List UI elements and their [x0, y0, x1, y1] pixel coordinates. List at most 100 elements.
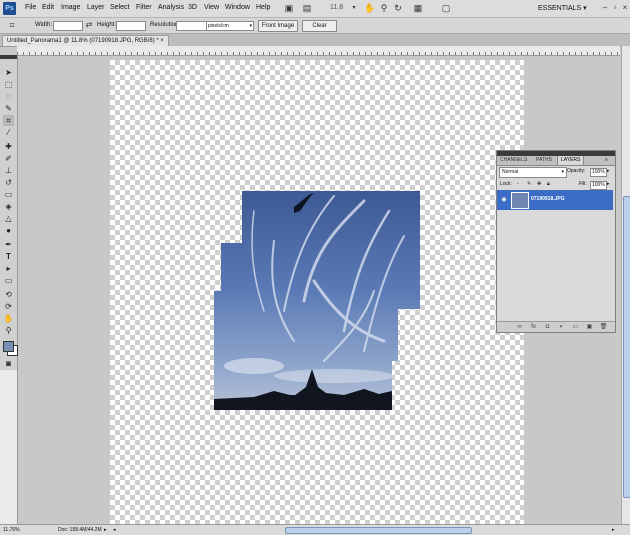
- opacity-label: Opacity:: [567, 168, 586, 174]
- restore-icon[interactable]: ▫: [610, 3, 620, 13]
- lock-pixels-icon[interactable]: ✎: [527, 180, 531, 189]
- height-label: Height:: [97, 22, 117, 28]
- lock-position-icon[interactable]: ✥: [537, 180, 541, 189]
- arrange-documents-icon[interactable]: ▦: [412, 2, 424, 14]
- crop-tool-icon[interactable]: ⌗: [6, 19, 18, 31]
- fill-label: Fill:: [579, 181, 587, 187]
- menu-analysis[interactable]: Analysis: [158, 4, 184, 11]
- link-layers-icon[interactable]: ∞: [515, 323, 524, 331]
- layers-panel-footer: ∞ fx ◘ ◐ ▭ ▣ 🗑︎: [497, 321, 615, 332]
- marquee-tool-icon[interactable]: ⬚: [3, 79, 14, 90]
- front-image-button[interactable]: Front Image: [258, 20, 298, 32]
- menu-help[interactable]: Help: [256, 4, 270, 11]
- photoshop-logo: Ps: [3, 2, 16, 15]
- clone-stamp-icon[interactable]: ⊥: [3, 165, 14, 176]
- adjustment-layer-icon[interactable]: ◐: [557, 323, 566, 331]
- menu-3d[interactable]: 3D: [188, 4, 197, 11]
- clear-button[interactable]: Clear: [302, 20, 337, 32]
- rotate-view-icon[interactable]: ↻: [392, 2, 404, 14]
- dodge-tool-icon[interactable]: ●: [3, 225, 14, 236]
- history-brush-icon[interactable]: ↺: [3, 177, 14, 188]
- tab-channels[interactable]: CHANNELS: [497, 156, 530, 165]
- width-label: Width:: [35, 22, 53, 28]
- panorama-image[interactable]: [214, 191, 420, 410]
- status-bar: 11.76% Doc: 158.4M/44.2M ▸ ◂ ▸: [0, 524, 630, 535]
- layer-row[interactable]: ◉ 07190918.JPG: [497, 190, 613, 210]
- fill-field[interactable]: 100%: [590, 181, 607, 190]
- minimize-icon[interactable]: –: [600, 3, 610, 13]
- zoom-level[interactable]: 11.8: [330, 4, 343, 11]
- menu-image[interactable]: Image: [61, 4, 80, 11]
- workspace-switcher[interactable]: ESSENTIALS ▾: [538, 3, 587, 14]
- panel-menu-icon[interactable]: ≡: [602, 156, 611, 165]
- brush-tool-icon[interactable]: ✐: [3, 153, 14, 164]
- chevron-down-icon[interactable]: ▾: [348, 2, 360, 14]
- bridge-icon[interactable]: ▣: [283, 2, 295, 14]
- foreground-color-swatch[interactable]: [3, 341, 14, 352]
- menu-window[interactable]: Window: [225, 4, 250, 11]
- units-select[interactable]: pixels/cm ▾: [206, 21, 254, 31]
- eraser-tool-icon[interactable]: ▭: [3, 189, 14, 200]
- zoom-tool-icon[interactable]: ⚲: [3, 325, 14, 336]
- resolution-field[interactable]: [176, 21, 207, 31]
- tools-panel: ➤ ⬚ ◌ ✎ ⌗ ⁄ ✚ ✐ ⊥ ↺ ▭ ◈ △ ● ✒ T ▸ ▭ ⟲ ⟳ …: [0, 55, 18, 370]
- visibility-eye-icon[interactable]: ◉: [500, 196, 508, 204]
- menu-select[interactable]: Select: [110, 4, 129, 11]
- shape-tool-icon[interactable]: ▭: [3, 275, 14, 286]
- type-tool-icon[interactable]: T: [3, 251, 14, 262]
- panel-tabs: CHANNELS PATHS LAYERS ≡: [497, 156, 615, 166]
- layer-mask-icon[interactable]: ◘: [543, 323, 552, 331]
- opacity-arrow-icon[interactable]: ▸: [607, 167, 610, 176]
- lasso-tool-icon[interactable]: ◌: [3, 91, 14, 102]
- width-field[interactable]: [53, 21, 83, 31]
- document-tab[interactable]: Untitled_Panorama1 @ 11.8% (07190918.JPG…: [2, 35, 169, 46]
- menu-edit[interactable]: Edit: [42, 4, 54, 11]
- hand-tool-icon[interactable]: ✋: [3, 313, 14, 324]
- height-field[interactable]: [116, 21, 146, 31]
- layer-thumbnail: [511, 192, 529, 209]
- layers-panel: CHANNELS PATHS LAYERS ≡ Normal ▾ Opacity:…: [496, 150, 616, 333]
- zoom-tool-icon[interactable]: ⚲: [378, 2, 390, 14]
- lock-all-icon[interactable]: 🔒︎: [547, 180, 550, 189]
- delete-layer-icon[interactable]: 🗑︎: [599, 323, 608, 331]
- layer-name[interactable]: 07190918.JPG: [531, 196, 565, 202]
- pen-tool-icon[interactable]: ✒: [3, 239, 14, 250]
- tools-panel-header[interactable]: [0, 55, 17, 59]
- tab-layers[interactable]: LAYERS: [557, 156, 585, 165]
- screen-mode-icon[interactable]: ▢: [440, 2, 452, 14]
- menu-view[interactable]: View: [204, 4, 219, 11]
- blend-mode-select[interactable]: Normal ▾: [499, 167, 567, 178]
- lock-transparency-icon[interactable]: ▫: [517, 180, 519, 189]
- gradient-tool-icon[interactable]: ◈: [3, 201, 14, 212]
- close-icon[interactable]: ×: [620, 3, 630, 13]
- options-bar: ⌗ Width: ⇄ Height: Resolution: pixels/cm…: [0, 18, 630, 34]
- move-tool-icon[interactable]: ➤: [3, 67, 14, 78]
- vertical-scroll-thumb[interactable]: [623, 196, 630, 498]
- close-tab-icon[interactable]: ×: [160, 38, 164, 44]
- healing-brush-icon[interactable]: ✚: [3, 141, 14, 152]
- eyedropper-tool-icon[interactable]: ⁄: [3, 127, 14, 138]
- menu-layer[interactable]: Layer: [87, 4, 105, 11]
- new-layer-icon[interactable]: ▣: [585, 323, 594, 331]
- fill-arrow-icon[interactable]: ▸: [607, 180, 610, 189]
- mini-bridge-icon[interactable]: ▤: [301, 2, 313, 14]
- menu-bar: Ps File Edit Image Layer Select Filter A…: [0, 0, 630, 18]
- vertical-scrollbar[interactable]: [621, 46, 630, 526]
- tab-paths[interactable]: PATHS: [533, 156, 555, 165]
- quick-mask-icon[interactable]: ◙: [3, 358, 14, 369]
- 3d-orbit-icon[interactable]: ⟳: [3, 301, 14, 312]
- horizontal-scroll-thumb[interactable]: [285, 527, 472, 534]
- crop-tool-icon[interactable]: ⌗: [3, 115, 14, 126]
- swap-icon[interactable]: ⇄: [83, 19, 95, 31]
- new-group-icon[interactable]: ▭: [571, 323, 580, 331]
- quick-selection-tool-icon[interactable]: ✎: [3, 103, 14, 114]
- path-selection-icon[interactable]: ▸: [3, 263, 14, 274]
- blur-tool-icon[interactable]: △: [3, 213, 14, 224]
- layer-style-icon[interactable]: fx: [529, 323, 538, 331]
- menu-file[interactable]: File: [25, 4, 36, 11]
- menu-filter[interactable]: Filter: [136, 4, 152, 11]
- 3d-rotate-icon[interactable]: ⟲: [3, 289, 14, 300]
- hand-icon[interactable]: ✋: [364, 2, 376, 14]
- horizontal-ruler: [17, 46, 620, 56]
- opacity-field[interactable]: 100%: [590, 168, 607, 177]
